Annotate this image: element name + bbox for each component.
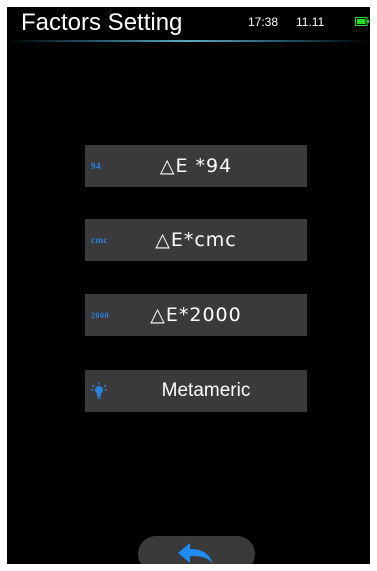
page-title: Factors Setting: [21, 9, 183, 36]
delta-e-2000-button[interactable]: 2000 △E*2000: [85, 294, 307, 336]
delta-e-94-label: △E *94: [159, 155, 233, 177]
delta-e-cmc-button[interactable]: cmc △E*cmc: [85, 219, 307, 261]
title-bar: Factors Setting 17:38 11.11: [7, 7, 370, 40]
metameric-button[interactable]: Metameric: [85, 370, 307, 412]
metameric-label: Metameric: [161, 380, 251, 401]
back-button[interactable]: [138, 536, 255, 564]
status-time: 17:38: [248, 15, 279, 29]
delta-e-94-button[interactable]: 94 △E *94: [85, 145, 307, 187]
delta-e-2000-label: △E*2000: [150, 304, 242, 326]
delta-e-cmc-label: △E*cmc: [155, 229, 237, 251]
back-arrow-icon: [178, 543, 213, 564]
status-date: 11.11: [296, 15, 325, 29]
device-screen: Factors Setting 17:38 11.11 94 △E *94 cm…: [7, 7, 370, 564]
battery-icon: [355, 17, 369, 26]
header-divider: [7, 40, 370, 42]
